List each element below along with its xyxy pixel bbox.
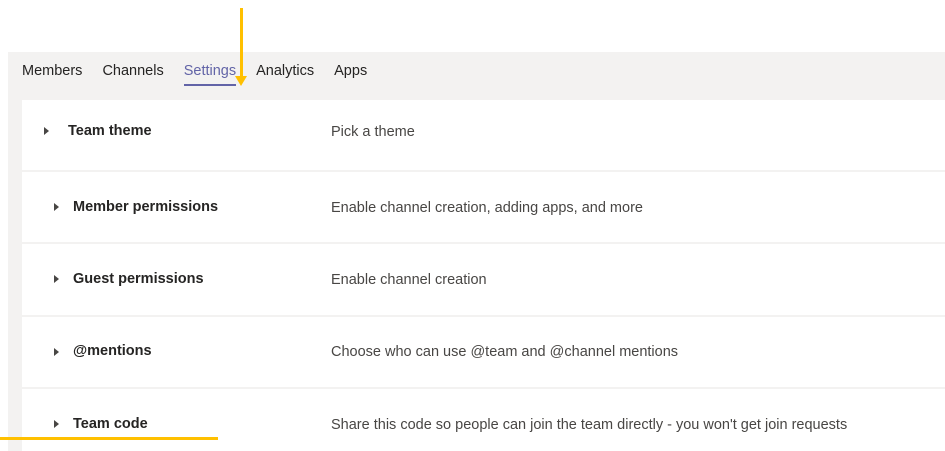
settings-row-team-code[interactable]: Team code Share this code so people can …	[22, 389, 945, 451]
chevron-right-icon	[54, 420, 59, 428]
settings-row-title: @mentions	[73, 343, 152, 359]
chevron-right-icon	[54, 203, 59, 211]
tab-settings[interactable]: Settings	[183, 60, 237, 86]
chevron-right-icon	[44, 127, 49, 135]
settings-row-description: Enable channel creation	[331, 272, 487, 288]
settings-row-description: Choose who can use @team and @channel me…	[331, 344, 679, 360]
settings-row-description: Pick a theme	[331, 124, 415, 140]
top-margin	[0, 0, 945, 52]
tab-members[interactable]: Members	[22, 60, 82, 82]
arrow-down-icon	[235, 76, 247, 86]
settings-row-description: Enable channel creation, adding apps, an…	[331, 200, 643, 216]
tab-analytics[interactable]: Analytics	[256, 60, 314, 82]
settings-row-title: Team code	[73, 416, 148, 432]
settings-row-guest-permissions[interactable]: Guest permissions Enable channel creatio…	[22, 244, 945, 315]
settings-row-team-theme[interactable]: Team theme Pick a theme	[22, 100, 945, 170]
chevron-right-icon	[54, 275, 59, 283]
settings-row-description: Share this code so people can join the t…	[331, 417, 848, 433]
annotation-underline	[0, 437, 218, 440]
chevron-right-icon	[54, 348, 59, 356]
annotation-arrow-icon	[240, 8, 243, 78]
tab-channels[interactable]: Channels	[102, 60, 163, 82]
settings-row-mentions[interactable]: @mentions Choose who can use @team and @…	[22, 317, 945, 387]
tab-apps[interactable]: Apps	[334, 60, 367, 82]
settings-list: Team theme Pick a theme Member permissio…	[22, 100, 945, 451]
settings-row-title: Guest permissions	[73, 271, 204, 287]
settings-row-member-permissions[interactable]: Member permissions Enable channel creati…	[22, 172, 945, 242]
settings-row-title: Member permissions	[73, 199, 219, 215]
settings-row-title: Team theme	[68, 123, 152, 139]
team-tab-bar: Members Channels Settings Analytics Apps	[22, 60, 387, 86]
